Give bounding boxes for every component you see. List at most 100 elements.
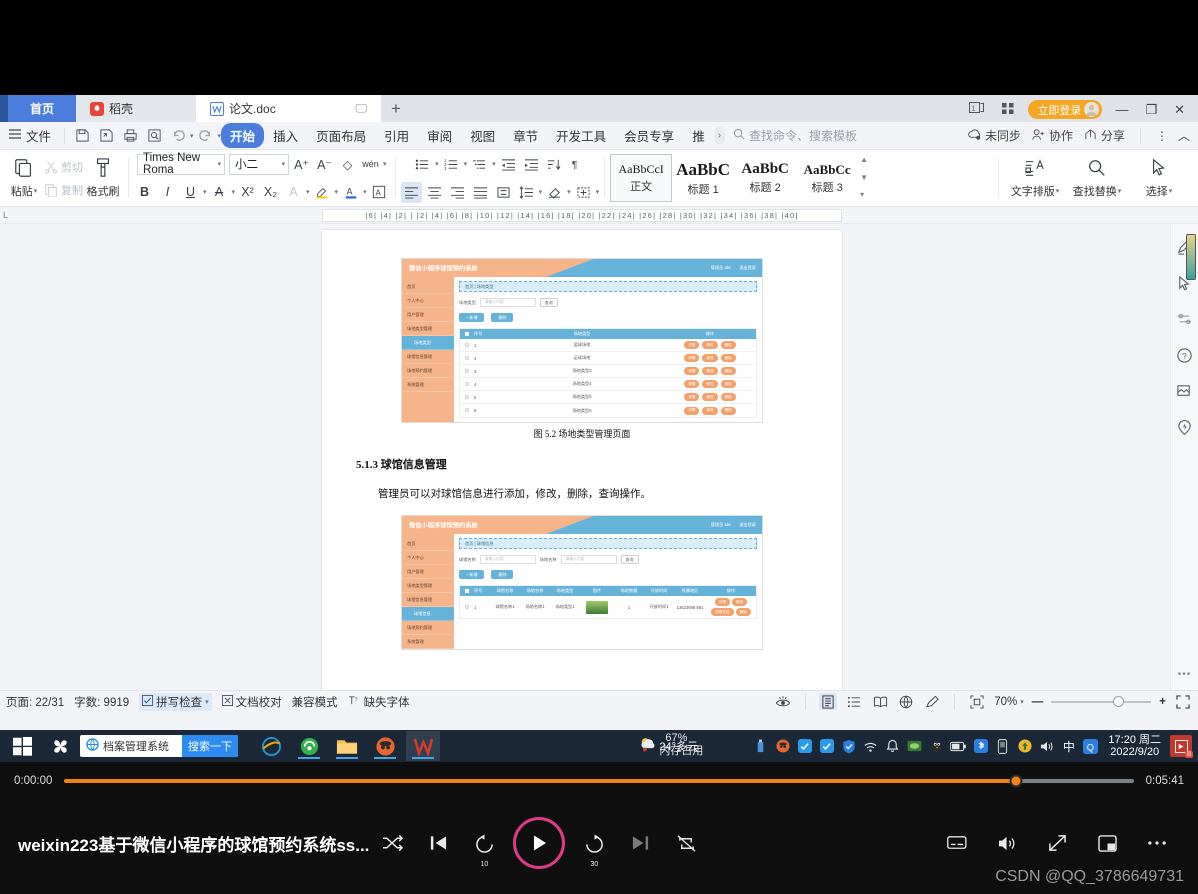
weather-widget[interactable]: 24°多云 67% 内存占用 bbox=[639, 732, 747, 757]
collaborate-button[interactable]: 协作 bbox=[1031, 127, 1073, 144]
line-spacing-button[interactable] bbox=[516, 182, 537, 203]
bullets-button[interactable] bbox=[412, 154, 433, 175]
book-read-icon[interactable] bbox=[871, 693, 889, 710]
font-size-input[interactable]: 小二 ▾ bbox=[229, 153, 290, 175]
login-button[interactable]: 立即登录 bbox=[1028, 100, 1103, 119]
print-preview-icon[interactable] bbox=[142, 125, 166, 147]
mini-player-icon[interactable] bbox=[1084, 820, 1130, 866]
font-size-caret[interactable]: ▾ bbox=[282, 160, 286, 168]
360-browser-icon[interactable] bbox=[292, 731, 326, 761]
ribbon-tab-insert[interactable]: 插入 bbox=[264, 123, 307, 148]
wifi-icon[interactable] bbox=[862, 738, 879, 755]
zoom-knob[interactable] bbox=[1113, 696, 1125, 707]
tab-daoke[interactable]: 稻壳 bbox=[76, 95, 197, 122]
navicat-tray-icon[interactable] bbox=[774, 738, 791, 755]
tab-document[interactable]: 论文.doc 🖵 bbox=[196, 95, 382, 122]
more-options-icon[interactable] bbox=[1134, 820, 1180, 866]
repeat-off-icon[interactable] bbox=[663, 820, 709, 866]
numbering-button[interactable]: 123 bbox=[441, 154, 462, 175]
ie-browser-icon[interactable] bbox=[254, 731, 288, 761]
document-canvas[interactable]: 微信小程序球馆预约系统 管理员 abc 退出登录 首页 个人中心 用户管理 场地… bbox=[0, 224, 1198, 690]
show-marks-button[interactable]: ¶ bbox=[567, 154, 588, 175]
eye-reading-icon[interactable] bbox=[774, 693, 792, 710]
style-heading-2[interactable]: AaBbC 标题 2 bbox=[734, 154, 796, 202]
windows-start-icon[interactable] bbox=[0, 730, 44, 762]
page-layout-icon[interactable] bbox=[819, 693, 838, 710]
wps-writer-icon[interactable] bbox=[406, 731, 440, 761]
zoom-out-button[interactable]: — bbox=[1032, 696, 1044, 708]
green-badge-icon[interactable] bbox=[906, 738, 923, 755]
multilevel-caret[interactable]: ▾ bbox=[492, 160, 496, 168]
play-button[interactable] bbox=[513, 817, 566, 869]
styles-scroll-up[interactable]: ▲ bbox=[860, 155, 868, 164]
strikethrough-button[interactable]: A bbox=[209, 182, 230, 203]
help-question-icon[interactable]: ? bbox=[1175, 346, 1195, 364]
font-color-button[interactable]: A bbox=[340, 182, 361, 203]
grid-view-icon[interactable] bbox=[997, 102, 1019, 118]
style-heading-3[interactable]: AaBbCc 标题 3 bbox=[796, 154, 858, 202]
find-replace-caret[interactable]: ▾ bbox=[1118, 187, 1122, 195]
zoom-in-button[interactable]: + bbox=[1159, 696, 1166, 708]
spell-check-button[interactable]: 拼写检查 ▾ bbox=[139, 692, 212, 711]
paste-button[interactable]: 粘贴 ▾ bbox=[4, 152, 44, 204]
maximize-button[interactable]: ❐ bbox=[1141, 102, 1161, 118]
word-count[interactable]: 字数: 9919 bbox=[74, 694, 129, 710]
text-layout-caret[interactable]: ▾ bbox=[1056, 187, 1060, 195]
bell-icon[interactable] bbox=[884, 738, 901, 755]
styles-expand[interactable]: ▾ bbox=[860, 190, 868, 199]
styles-scroll-down[interactable]: ▼ bbox=[860, 173, 868, 182]
tab-home[interactable]: 首页 bbox=[8, 95, 77, 122]
italic-button[interactable]: I bbox=[157, 182, 178, 203]
distribute-button[interactable] bbox=[493, 182, 514, 203]
align-center-button[interactable] bbox=[424, 182, 445, 203]
ribbon-tab-developer[interactable]: 开发工具 bbox=[547, 123, 615, 148]
ribbon-tab-member[interactable]: 会员专享 bbox=[615, 123, 683, 148]
ime-indicator[interactable]: 中 bbox=[1060, 738, 1077, 755]
save-icon[interactable] bbox=[70, 125, 94, 147]
present-monitor-icon[interactable]: 🖵 bbox=[355, 101, 367, 116]
minimize-button[interactable]: — bbox=[1111, 102, 1132, 117]
format-painter-button[interactable]: 格式刷 bbox=[83, 152, 123, 204]
fullscreen-icon[interactable] bbox=[1174, 693, 1192, 710]
command-search[interactable]: 查找命令、搜索模板 bbox=[733, 127, 857, 144]
ribbon-tab-recommend[interactable]: 推 bbox=[683, 123, 714, 148]
sync-status-button[interactable]: 未同步 bbox=[967, 127, 1021, 144]
usb-icon[interactable] bbox=[752, 738, 769, 755]
strikethrough-caret[interactable]: ▾ bbox=[232, 188, 236, 196]
justify-button[interactable] bbox=[470, 182, 491, 203]
multilevel-list-button[interactable] bbox=[469, 154, 490, 175]
bold-button[interactable]: B bbox=[134, 182, 155, 203]
redo-icon[interactable] bbox=[194, 125, 218, 147]
find-replace-button[interactable]: 查找替换 ▾ bbox=[1066, 152, 1128, 204]
image-tool-icon[interactable] bbox=[1175, 382, 1195, 400]
ribbon-tab-review[interactable]: 审阅 bbox=[418, 123, 461, 148]
ribbon-tabs-overflow[interactable]: › bbox=[713, 127, 726, 144]
style-heading-1[interactable]: AaBbC 标题 1 bbox=[672, 154, 734, 202]
subtitles-icon[interactable] bbox=[934, 820, 980, 866]
volume-icon[interactable] bbox=[984, 820, 1030, 866]
superscript-button[interactable]: X² bbox=[237, 182, 258, 203]
char-border-caret[interactable]: ▾ bbox=[306, 188, 310, 196]
share-button[interactable]: 分享 bbox=[1083, 127, 1125, 144]
new-tab-button[interactable]: + bbox=[381, 95, 411, 122]
ribbon-tab-references[interactable]: 引用 bbox=[375, 123, 418, 148]
underline-caret[interactable]: ▾ bbox=[203, 188, 207, 196]
borders-button[interactable] bbox=[573, 182, 594, 203]
increase-indent-button[interactable] bbox=[521, 154, 542, 175]
settings-sliders-icon[interactable] bbox=[1175, 310, 1195, 328]
forward-30-icon[interactable]: 30 bbox=[571, 820, 617, 868]
select-caret[interactable]: ▾ bbox=[1169, 187, 1173, 195]
wechat-dev-icon[interactable] bbox=[796, 738, 813, 755]
subscript-button[interactable]: X₂ bbox=[260, 182, 281, 203]
file-menu-button[interactable]: 文件 bbox=[6, 126, 59, 145]
outline-icon[interactable] bbox=[845, 693, 863, 710]
zoom-caret[interactable]: ▾ bbox=[1020, 698, 1024, 706]
dock-icon[interactable] bbox=[994, 738, 1011, 755]
shrink-font-icon[interactable]: A⁻ bbox=[314, 154, 335, 175]
tencent-shield-icon[interactable] bbox=[840, 738, 857, 755]
style-normal[interactable]: AaBbCcI 正文 bbox=[610, 154, 673, 202]
align-left-button[interactable] bbox=[400, 181, 422, 203]
split-view-icon[interactable]: 1 bbox=[965, 101, 988, 118]
qq-penguin-icon[interactable] bbox=[928, 738, 945, 755]
clear-format-icon[interactable]: ◇ bbox=[337, 154, 358, 175]
